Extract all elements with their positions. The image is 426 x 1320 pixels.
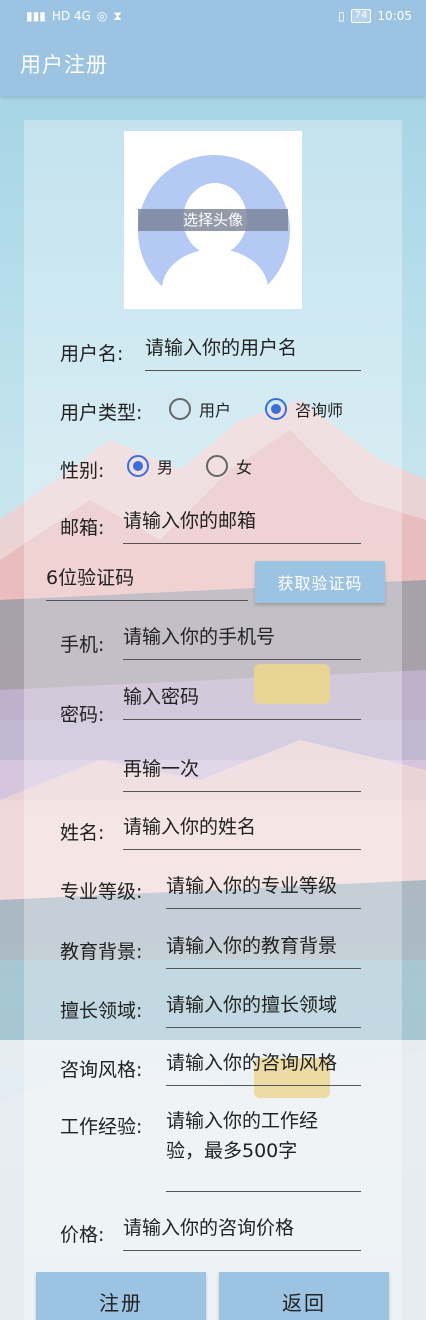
email-input[interactable]: 请输入你的邮箱 [123,504,361,544]
gender-female-radio[interactable]: 女 [206,454,252,478]
status-network-text: HD 4G [51,9,91,23]
radio-unchecked-icon [169,398,191,420]
experience-input[interactable]: 请输入你的工作经 验，最多500字 [166,1104,361,1192]
name-input[interactable]: 请输入你的姓名 [123,810,361,850]
vibrate-icon: ▯ [338,9,345,23]
phone-input[interactable]: 请输入你的手机号 [123,620,361,660]
usertype-counselor-label: 咨询师 [295,401,344,420]
price-label: 价格: [60,1224,105,1246]
education-input[interactable]: 请输入你的教育背景 [166,929,361,969]
level-label: 专业等级: [60,881,143,903]
email-label: 邮箱: [60,517,105,539]
gender-male-label: 男 [157,458,174,477]
hourglass-icon: ⧗ [113,8,122,23]
phone-label: 手机: [60,634,105,656]
username-input[interactable]: 请输入你的用户名 [145,331,361,371]
register-form: 选择头像 用户名: 请输入你的用户名 用户类型: 用户 咨询师 性别: 男 女 … [0,0,426,1320]
radio-unchecked-icon [206,455,228,477]
radio-checked-icon [265,398,287,420]
verification-code-input[interactable]: 6位验证码 [46,561,248,601]
usertype-user-radio[interactable]: 用户 [169,397,231,421]
experience-placeholder-line1: 请输入你的工作经 [166,1110,319,1132]
gender-female-label: 女 [236,458,253,477]
avatar-picker[interactable]: 选择头像 [124,131,302,309]
status-bar: ▮▮▮ HD 4G ◎ ⧗ ▯ 74 10:05 [0,0,426,32]
style-input[interactable]: 请输入你的咨询风格 [166,1046,361,1086]
price-input[interactable]: 请输入你的咨询价格 [123,1211,361,1251]
experience-placeholder-line2: 验，最多500字 [166,1140,298,1162]
expertise-input[interactable]: 请输入你的擅长领域 [166,988,361,1028]
username-label: 用户名: [60,343,124,365]
signal-icon: ▮▮▮ [26,9,46,23]
expertise-label: 擅长领域: [60,1000,143,1022]
usertype-label: 用户类型: [60,402,143,424]
register-button[interactable]: 注册 [36,1272,206,1320]
education-label: 教育背景: [60,941,143,963]
gender-label: 性别: [60,460,105,482]
name-label: 姓名: [60,822,105,844]
gender-male-radio[interactable]: 男 [127,454,173,478]
page-title: 用户注册 [20,53,108,77]
get-code-button[interactable]: 获取验证码 [255,561,385,603]
password-repeat-input[interactable]: 再输一次 [123,752,361,792]
radio-checked-icon [127,455,149,477]
app-bar: 用户注册 [0,32,426,96]
battery-icon: 74 [350,9,372,23]
password-input[interactable]: 输入密码 [123,680,361,720]
password-label: 密码: [60,704,105,726]
experience-label: 工作经验: [60,1116,143,1138]
status-time: 10:05 [377,9,412,23]
level-input[interactable]: 请输入你的专业等级 [166,869,361,909]
usertype-counselor-radio[interactable]: 咨询师 [265,397,343,421]
usertype-user-label: 用户 [199,401,232,420]
choose-avatar-label: 选择头像 [138,209,288,231]
style-label: 咨询风格: [60,1059,143,1081]
wifi-icon: ◎ [96,9,108,23]
back-button[interactable]: 返回 [219,1272,389,1320]
